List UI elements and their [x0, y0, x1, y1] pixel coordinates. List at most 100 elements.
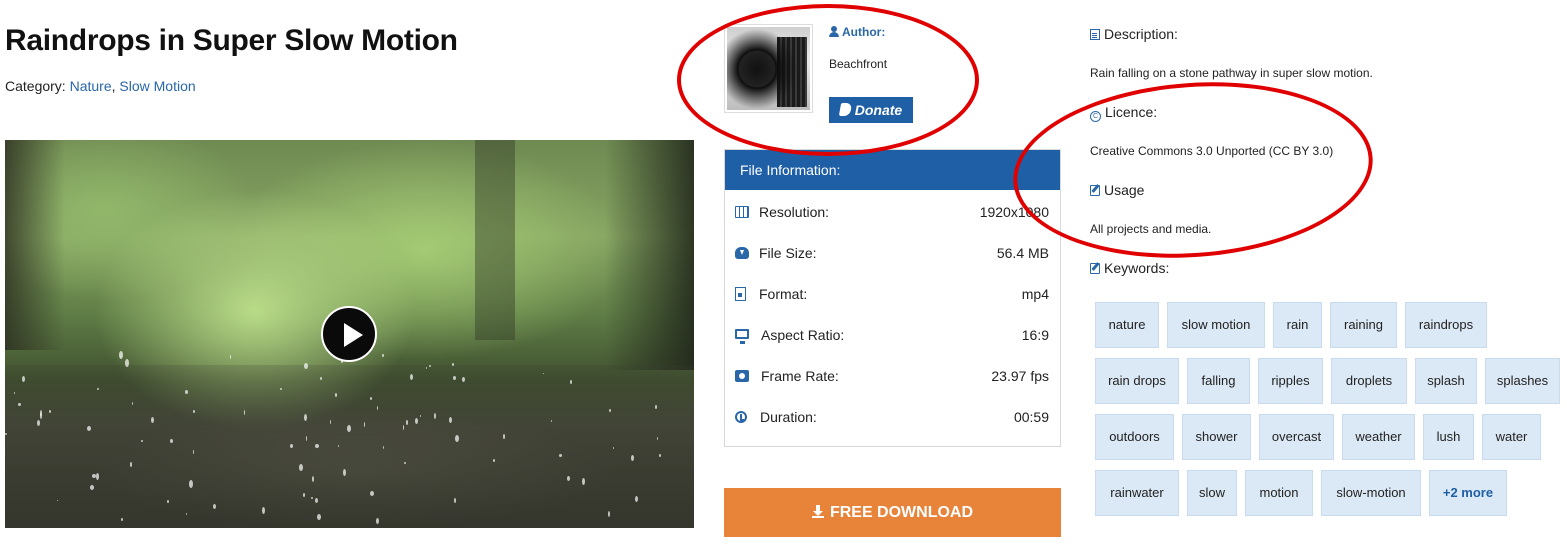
raindrop-splash: [189, 480, 193, 488]
raindrop-splash: [230, 355, 231, 359]
file-info-label: Frame Rate:: [761, 368, 839, 384]
raindrop-splash: [299, 464, 303, 471]
raindrop-splash: [151, 417, 154, 423]
raindrop-splash: [244, 410, 245, 415]
raindrop-splash: [304, 414, 307, 421]
raindrop-splash: [330, 420, 331, 424]
raindrop-splash: [317, 514, 321, 520]
clock-icon: [735, 411, 747, 423]
keyword-tag[interactable]: raining: [1330, 302, 1397, 348]
keyword-tag[interactable]: rain: [1273, 302, 1322, 348]
play-icon[interactable]: [321, 306, 377, 362]
keyword-tag[interactable]: motion: [1245, 470, 1313, 516]
file-info-label: File Size:: [759, 245, 817, 261]
keyword-tag[interactable]: overcast: [1259, 414, 1334, 460]
raindrop-splash: [312, 476, 314, 482]
raindrop-splash: [262, 507, 265, 514]
raindrop-splash: [311, 497, 313, 499]
video-player[interactable]: [5, 140, 694, 528]
raindrop-splash: [280, 388, 282, 390]
raindrop-splash: [290, 444, 293, 448]
file-info-row-resolution: Resolution: 1920x1080: [725, 192, 1060, 233]
raindrop-splash: [121, 518, 123, 521]
cloud-download-icon: [735, 247, 749, 259]
video-frame-detail: [605, 140, 694, 370]
raindrop-splash: [404, 462, 406, 464]
raindrop-splash: [90, 485, 94, 490]
keyword-tag[interactable]: rainwater: [1095, 470, 1179, 516]
file-info-label: Aspect Ratio:: [761, 327, 845, 343]
keyword-tag[interactable]: raindrops: [1405, 302, 1487, 348]
raindrop-splash: [635, 496, 638, 502]
raindrop-splash: [559, 454, 562, 457]
raindrop-splash: [347, 425, 351, 432]
raindrop-splash: [655, 405, 657, 409]
file-info-value: 23.97 fps: [991, 368, 1049, 384]
free-download-label: FREE DOWNLOAD: [829, 504, 974, 521]
file-info-value: 16:9: [1021, 327, 1049, 343]
file-info-value: 00:59: [1013, 409, 1049, 425]
category-separator: ,: [111, 78, 116, 94]
annotation-ellipse-author: [677, 4, 979, 156]
keyword-tag[interactable]: rain drops: [1095, 358, 1179, 404]
description-text: Rain falling on a stone pathway in super…: [1090, 66, 1373, 80]
keyword-tag[interactable]: outdoors: [1095, 414, 1174, 460]
raindrop-splash: [193, 450, 194, 454]
raindrop-splash: [335, 393, 337, 397]
raindrop-splash: [567, 476, 570, 481]
raindrop-splash: [453, 376, 456, 380]
raindrop-splash: [37, 420, 40, 426]
file-information-header: File Information:: [725, 150, 1060, 190]
keyword-tag[interactable]: droplets: [1331, 358, 1407, 404]
file-info-row-duration: Duration: 00:59: [725, 397, 1060, 438]
keyword-tag[interactable]: shower: [1182, 414, 1251, 460]
raindrop-splash: [434, 413, 436, 419]
raindrop-splash: [377, 406, 378, 410]
keyword-tag[interactable]: lush: [1423, 414, 1474, 460]
keyword-tag[interactable]: splashes: [1485, 358, 1560, 404]
video-frame-detail: [5, 140, 65, 350]
raindrop-splash: [97, 388, 99, 390]
raindrop-splash: [429, 365, 431, 367]
category-line: Category: Nature, Slow Motion: [5, 78, 196, 94]
file-info-row-file-size: File Size: 56.4 MB: [725, 233, 1060, 274]
raindrop-splash: [96, 473, 99, 480]
keyword-tag[interactable]: weather: [1342, 414, 1415, 460]
raindrop-splash: [551, 420, 552, 422]
file-info-value: mp4: [1021, 286, 1049, 302]
raindrop-splash: [657, 437, 658, 440]
more-keywords-button[interactable]: +2 more: [1429, 470, 1507, 516]
free-download-button[interactable]: FREE DOWNLOAD: [724, 488, 1061, 537]
keyword-tag[interactable]: splash: [1415, 358, 1477, 404]
raindrop-splash: [338, 445, 339, 447]
raindrop-splash: [87, 426, 91, 431]
video-frame-detail: [475, 140, 515, 340]
keyword-tag[interactable]: nature: [1095, 302, 1159, 348]
keyword-tag[interactable]: water: [1482, 414, 1541, 460]
raindrop-splash: [383, 446, 384, 449]
keyword-tag[interactable]: slow: [1187, 470, 1237, 516]
file-info-row-frame-rate: Frame Rate: 23.97 fps: [725, 356, 1060, 397]
raindrop-splash: [303, 493, 305, 497]
keyword-tag[interactable]: ripples: [1258, 358, 1323, 404]
keywords-heading-text: Keywords:: [1104, 260, 1170, 276]
raindrop-splash: [18, 403, 21, 406]
raindrop-splash: [503, 434, 505, 439]
raindrop-splash: [213, 504, 216, 509]
category-link-slow-motion[interactable]: Slow Motion: [119, 78, 195, 94]
raindrop-splash: [119, 351, 123, 359]
monitor-icon: [735, 329, 749, 344]
download-icon: [811, 505, 824, 518]
raindrop-splash: [493, 459, 495, 462]
edit-icon: [1090, 263, 1100, 274]
keyword-tag[interactable]: slow motion: [1167, 302, 1265, 348]
keyword-tag[interactable]: slow-motion: [1321, 470, 1421, 516]
raindrop-splash: [376, 518, 379, 524]
raindrop-splash: [410, 374, 413, 380]
category-link-nature[interactable]: Nature: [70, 78, 112, 94]
keyword-tag[interactable]: falling: [1187, 358, 1250, 404]
raindrop-splash: [543, 373, 544, 374]
raindrop-splash: [14, 392, 15, 394]
raindrop-splash: [193, 410, 195, 413]
raindrop-splash: [370, 397, 372, 400]
